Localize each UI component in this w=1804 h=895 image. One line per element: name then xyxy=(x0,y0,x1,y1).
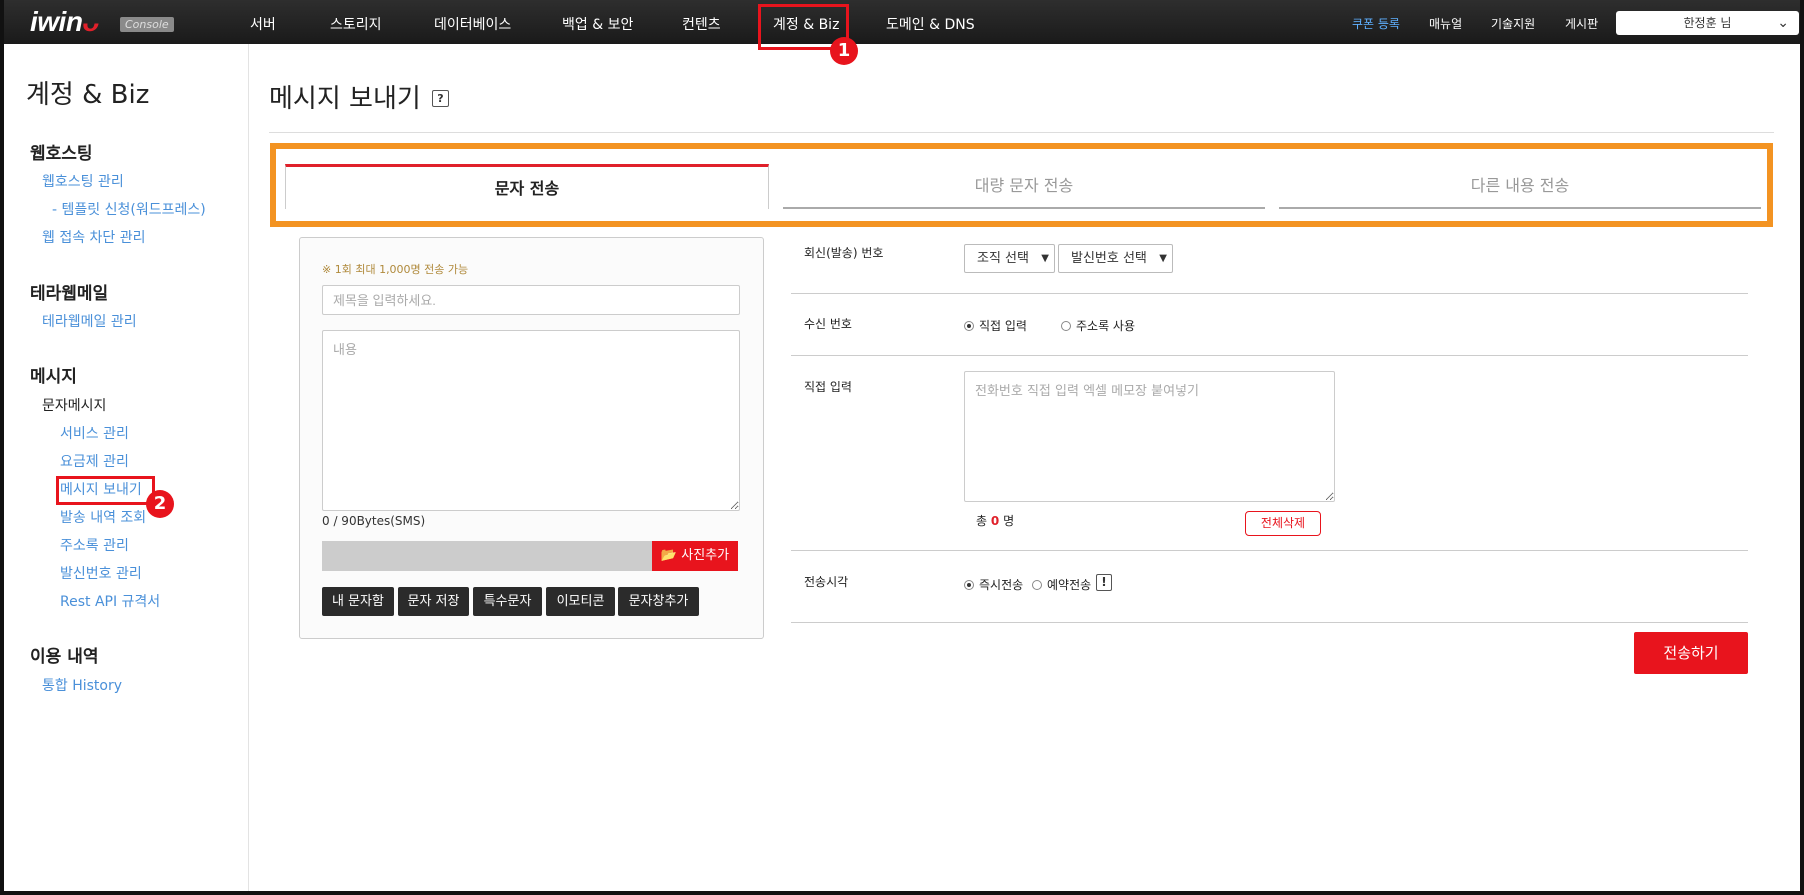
sidebar-heading-usage: 이용 내역 xyxy=(30,647,99,667)
recipient-count: 총 0 명 xyxy=(976,512,1014,529)
sender-select-value: 발신번호 선택 xyxy=(1071,251,1147,266)
sidebar-item-service-manage[interactable]: 서비스 관리 xyxy=(60,423,129,443)
sidebar-heading-message: 메시지 xyxy=(30,367,77,387)
nav-database[interactable]: 데이터베이스 xyxy=(434,14,511,34)
form-divider xyxy=(791,355,1748,356)
sidebar-heading-webhosting: 웹호스팅 xyxy=(30,144,93,164)
annotation-badge-1: 1 xyxy=(830,37,858,65)
tab-other-send[interactable]: 다른 내용 전송 xyxy=(1279,164,1761,209)
radio-schedule[interactable]: 예약전송 xyxy=(1032,576,1091,593)
radio-dot xyxy=(1032,579,1042,590)
byte-counter: 0 / 90Bytes(SMS) xyxy=(322,514,426,528)
tab-sms-send[interactable]: 문자 전송 xyxy=(285,164,769,209)
console-badge: Console xyxy=(120,17,174,32)
title-divider xyxy=(269,132,1774,133)
nav-domain-dns[interactable]: 도메인 & DNS xyxy=(886,14,975,34)
chevron-down-icon: ⌄ xyxy=(1777,15,1789,31)
radio-send-now[interactable]: 즉시전송 xyxy=(964,576,1023,593)
count-value: 0 xyxy=(990,514,1000,528)
sidebar-item-terawebmail-manage[interactable]: 테라웹메일 관리 xyxy=(42,311,137,331)
sidebar-item-template-request[interactable]: - 템플릿 신청(워드프레스) xyxy=(52,199,206,219)
count-prefix: 총 xyxy=(976,514,988,528)
console-window: iwinᴗ Console 서버 스토리지 데이터베이스 백업 & 보안 컨텐츠… xyxy=(4,0,1800,891)
sidebar-item-web-block[interactable]: 웹 접속 차단 관리 xyxy=(42,227,146,247)
sender-number-select[interactable]: 발신번호 선택 ▼ xyxy=(1058,244,1173,273)
radio-addressbook[interactable]: 주소록 사용 xyxy=(1061,317,1135,334)
dropdown-arrow-icon: ▼ xyxy=(1159,253,1167,264)
attachment-field xyxy=(322,541,652,571)
recipient-number-label: 수신 번호 xyxy=(804,317,852,331)
info-icon[interactable]: ! xyxy=(1096,574,1112,591)
board-link[interactable]: 게시판 xyxy=(1565,15,1598,32)
sidebar-item-history[interactable]: 통합 History xyxy=(42,675,122,695)
special-chars-button[interactable]: 특수문자 xyxy=(473,587,542,616)
sidebar-item-sender-number[interactable]: 발신번호 관리 xyxy=(60,563,142,583)
sidebar-item-rest-api[interactable]: Rest API 규격서 xyxy=(60,591,160,611)
reply-number-label: 회신(발송) 번호 xyxy=(804,246,884,260)
coupon-link[interactable]: 쿠폰 등록 xyxy=(1352,15,1400,32)
sidebar-item-plan-manage[interactable]: 요금제 관리 xyxy=(60,451,129,471)
nav-contents[interactable]: 컨텐츠 xyxy=(682,14,721,34)
manual-link[interactable]: 매뉴얼 xyxy=(1429,15,1462,32)
radio-label: 즉시전송 xyxy=(979,578,1024,592)
user-name: 한정훈 님 xyxy=(1683,16,1732,30)
direct-input-label: 직접 입력 xyxy=(804,380,852,394)
highlight-box-sidebar xyxy=(56,476,155,505)
add-photo-button[interactable]: 📂 사진추가 xyxy=(652,541,738,571)
help-icon[interactable]: ? xyxy=(432,90,449,107)
nav-server[interactable]: 서버 xyxy=(250,14,276,34)
add-photo-label: 사진추가 xyxy=(681,548,730,563)
radio-label: 직접 입력 xyxy=(979,319,1027,333)
top-bar: iwinᴗ Console 서버 스토리지 데이터베이스 백업 & 보안 컨텐츠… xyxy=(4,0,1800,44)
send-button[interactable]: 전송하기 xyxy=(1634,632,1748,674)
my-messages-button[interactable]: 내 문자함 xyxy=(322,587,394,616)
emoticon-button[interactable]: 이모티콘 xyxy=(546,587,615,616)
logo-text: iwin xyxy=(30,6,83,37)
logo-smile-icon: ᴗ xyxy=(82,6,100,37)
radio-dot-selected xyxy=(964,579,974,590)
sidebar-sub-sms: 문자메시지 xyxy=(42,398,107,414)
sidebar-item-webhosting-manage[interactable]: 웹호스팅 관리 xyxy=(42,171,124,191)
send-limit-note: ※ 1회 최대 1,000명 전송 가능 xyxy=(322,263,469,276)
annotation-badge-2: 2 xyxy=(146,490,174,518)
clear-all-button[interactable]: 전체삭제 xyxy=(1245,511,1321,536)
save-message-button[interactable]: 문자 저장 xyxy=(398,587,469,616)
support-link[interactable]: 기술지원 xyxy=(1491,15,1535,32)
logo[interactable]: iwinᴗ xyxy=(30,6,100,38)
subject-input[interactable] xyxy=(322,285,740,315)
radio-dot-selected xyxy=(964,320,974,331)
user-dropdown[interactable]: 한정훈 님 ⌄ xyxy=(1616,11,1799,35)
radio-direct-input[interactable]: 직접 입력 xyxy=(964,317,1027,334)
sidebar: 계정 & Biz 웹호스팅 웹호스팅 관리 - 템플릿 신청(워드프레스) 웹 … xyxy=(4,44,249,891)
sidebar-heading-terawebmail: 테라웹메일 xyxy=(30,284,109,304)
sidebar-item-send-history[interactable]: 발송 내역 조회 xyxy=(60,507,146,527)
nav-storage[interactable]: 스토리지 xyxy=(330,14,382,34)
radio-label: 주소록 사용 xyxy=(1076,319,1136,333)
send-time-label: 전송시각 xyxy=(804,575,849,589)
nav-backup-security[interactable]: 백업 & 보안 xyxy=(562,14,633,34)
form-divider xyxy=(791,622,1748,623)
tab-bulk-send[interactable]: 대량 문자 전송 xyxy=(783,164,1265,209)
page-title: 메시지 보내기 xyxy=(269,84,421,114)
sidebar-item-addressbook[interactable]: 주소록 관리 xyxy=(60,535,129,555)
radio-dot xyxy=(1061,320,1071,331)
org-select[interactable]: 조직 선택 ▼ xyxy=(964,244,1055,273)
message-content-textarea[interactable] xyxy=(322,330,740,511)
form-divider xyxy=(791,550,1748,551)
form-divider xyxy=(791,293,1748,294)
add-message-window-button[interactable]: 문자창추가 xyxy=(618,587,699,616)
radio-label: 예약전송 xyxy=(1047,578,1092,592)
org-select-value: 조직 선택 xyxy=(977,251,1029,266)
sidebar-title: 계정 & Biz xyxy=(26,80,150,110)
dropdown-arrow-icon: ▼ xyxy=(1041,253,1049,264)
folder-icon: 📂 xyxy=(660,548,682,563)
count-suffix: 명 xyxy=(1003,514,1015,528)
phone-numbers-textarea[interactable] xyxy=(964,371,1335,502)
